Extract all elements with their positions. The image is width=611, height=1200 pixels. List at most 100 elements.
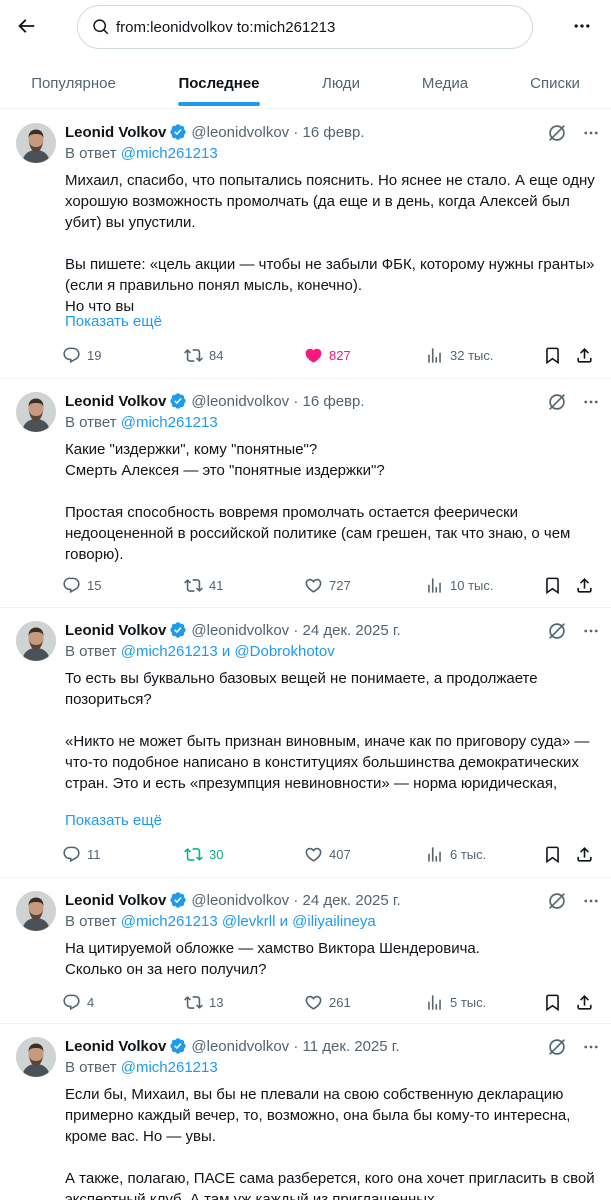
bookmark-button[interactable] bbox=[543, 573, 562, 597]
share-button[interactable] bbox=[575, 573, 594, 597]
repost-icon bbox=[184, 578, 203, 592]
tab-label: Медиа bbox=[421, 74, 469, 92]
more-horizontal-icon bbox=[584, 400, 598, 404]
tab-latest[interactable]: Последнее bbox=[147, 58, 291, 108]
tab-lists[interactable]: Списки bbox=[499, 58, 611, 108]
repost-button[interactable]: 41 bbox=[184, 573, 223, 597]
reply-prefix: В ответ bbox=[65, 145, 117, 162]
reply-button[interactable]: 15 bbox=[62, 573, 101, 597]
tweet[interactable]: Leonid Volkov @leonidvolkov · 16 февр. В… bbox=[0, 379, 611, 608]
like-button[interactable]: 261 bbox=[304, 990, 351, 1014]
reply-button[interactable]: 19 bbox=[62, 343, 101, 367]
like-button[interactable]: 407 bbox=[304, 842, 351, 866]
like-count: 727 bbox=[329, 577, 351, 593]
tweet-more-button[interactable] bbox=[580, 391, 602, 413]
handle-and-date[interactable]: @leonidvolkov · 16 февр. bbox=[191, 124, 364, 141]
show-more-link[interactable]: Показать ещё bbox=[65, 812, 162, 829]
avatar[interactable] bbox=[16, 1037, 56, 1077]
like-button[interactable]: 827 bbox=[304, 343, 351, 367]
search-box[interactable] bbox=[77, 5, 533, 49]
handle-and-date[interactable]: @leonidvolkov · 24 дек. 2025 г. bbox=[191, 622, 400, 639]
bookmark-button[interactable] bbox=[543, 842, 562, 866]
views-count: 10 тыс. bbox=[450, 577, 494, 593]
reply-icon bbox=[63, 577, 80, 593]
share-button[interactable] bbox=[575, 842, 594, 866]
search-input[interactable] bbox=[116, 18, 516, 36]
author-name[interactable]: Leonid Volkov bbox=[65, 1038, 166, 1055]
reply-to-mention[interactable]: @mich261213 bbox=[121, 145, 218, 162]
like-button[interactable]: 727 bbox=[304, 573, 351, 597]
back-button[interactable] bbox=[12, 12, 40, 40]
avatar[interactable] bbox=[16, 123, 56, 163]
bookmark-icon bbox=[546, 577, 559, 594]
repost-button[interactable]: 13 bbox=[184, 990, 223, 1014]
reply-prefix: В ответ bbox=[65, 414, 117, 431]
avatar[interactable] bbox=[16, 621, 56, 661]
reply-to-mention[interactable]: @mich261213 и @Dobrokhotov bbox=[121, 643, 335, 660]
verified-badge-icon[interactable] bbox=[169, 1037, 187, 1055]
tweet-text: Михаил, спасибо, что попытались пояснить… bbox=[65, 172, 595, 315]
verified-badge-icon[interactable] bbox=[169, 123, 187, 141]
verified-badge-icon[interactable] bbox=[169, 621, 187, 639]
verified-badge-icon[interactable] bbox=[169, 891, 187, 909]
tab-people[interactable]: Люди bbox=[291, 58, 391, 108]
avatar[interactable] bbox=[16, 392, 56, 432]
like-count: 407 bbox=[329, 846, 351, 862]
tweet-text: На цитируемой обложке — хамство Виктора … bbox=[65, 940, 480, 978]
more-options-button[interactable] bbox=[566, 12, 598, 40]
reply-button[interactable]: 11 bbox=[62, 842, 101, 866]
tweet-more-button[interactable] bbox=[580, 620, 602, 642]
repost-button[interactable]: 30 bbox=[184, 842, 223, 866]
tweet-more-button[interactable] bbox=[580, 890, 602, 912]
handle-and-date[interactable]: @leonidvolkov · 11 дек. 2025 г. bbox=[191, 1038, 399, 1055]
tab-label: Последнее bbox=[178, 74, 260, 92]
analytics-icon bbox=[428, 994, 441, 1010]
grok-icon[interactable] bbox=[546, 122, 568, 144]
author-name[interactable]: Leonid Volkov bbox=[65, 622, 166, 639]
verified-badge-icon[interactable] bbox=[169, 392, 187, 410]
reply-prefix: В ответ bbox=[65, 1059, 117, 1076]
analytics-icon bbox=[428, 347, 441, 363]
author-name[interactable]: Leonid Volkov bbox=[65, 393, 166, 410]
grok-icon[interactable] bbox=[546, 890, 568, 912]
reply-icon bbox=[63, 347, 80, 363]
heart-icon bbox=[305, 995, 322, 1010]
reply-to-mention[interactable]: @mich261213 @levkrll и @iliyailineya bbox=[121, 913, 376, 930]
author-name[interactable]: Leonid Volkov bbox=[65, 124, 166, 141]
grok-icon[interactable] bbox=[546, 391, 568, 413]
tweet-more-button[interactable] bbox=[580, 1036, 602, 1058]
tweet[interactable]: Leonid Volkov @leonidvolkov · 16 февр. В… bbox=[0, 110, 611, 379]
reply-icon bbox=[63, 994, 80, 1010]
views-button[interactable]: 32 тыс. bbox=[425, 343, 493, 367]
bookmark-button[interactable] bbox=[543, 343, 562, 367]
handle-and-date[interactable]: @leonidvolkov · 16 февр. bbox=[191, 393, 364, 410]
views-button[interactable]: 10 тыс. bbox=[425, 573, 493, 597]
reply-button[interactable]: 4 bbox=[62, 990, 94, 1014]
tweet[interactable]: Leonid Volkov @leonidvolkov · 24 дек. 20… bbox=[0, 608, 611, 878]
search-header bbox=[0, 0, 611, 56]
share-button[interactable] bbox=[575, 343, 594, 367]
reply-to-mention[interactable]: @mich261213 bbox=[121, 414, 218, 431]
tab-popular[interactable]: Популярное bbox=[0, 58, 147, 108]
handle-and-date[interactable]: @leonidvolkov · 24 дек. 2025 г. bbox=[191, 892, 400, 909]
repost-button[interactable]: 84 bbox=[184, 343, 223, 367]
tweet[interactable]: Leonid Volkov @leonidvolkov · 24 дек. 20… bbox=[0, 878, 611, 1024]
bookmark-button[interactable] bbox=[543, 990, 562, 1014]
author-name[interactable]: Leonid Volkov bbox=[65, 892, 166, 909]
grok-icon[interactable] bbox=[546, 620, 568, 642]
tweet-more-button[interactable] bbox=[580, 122, 602, 144]
more-horizontal-icon bbox=[574, 24, 590, 28]
tweet[interactable]: Leonid Volkov @leonidvolkov · 11 дек. 20… bbox=[0, 1024, 611, 1200]
more-horizontal-icon bbox=[584, 629, 598, 633]
reply-to-mention[interactable]: @mich261213 bbox=[121, 1059, 218, 1076]
share-icon bbox=[577, 846, 592, 862]
tab-label: Популярное bbox=[31, 74, 116, 92]
views-button[interactable]: 5 тыс. bbox=[425, 990, 486, 1014]
views-button[interactable]: 6 тыс. bbox=[425, 842, 486, 866]
tab-media[interactable]: Медиа bbox=[391, 58, 499, 108]
show-more-link[interactable]: Показать ещё bbox=[65, 313, 162, 330]
avatar[interactable] bbox=[16, 891, 56, 931]
repost-count: 84 bbox=[209, 347, 224, 363]
grok-icon[interactable] bbox=[546, 1036, 568, 1058]
share-button[interactable] bbox=[575, 990, 594, 1014]
